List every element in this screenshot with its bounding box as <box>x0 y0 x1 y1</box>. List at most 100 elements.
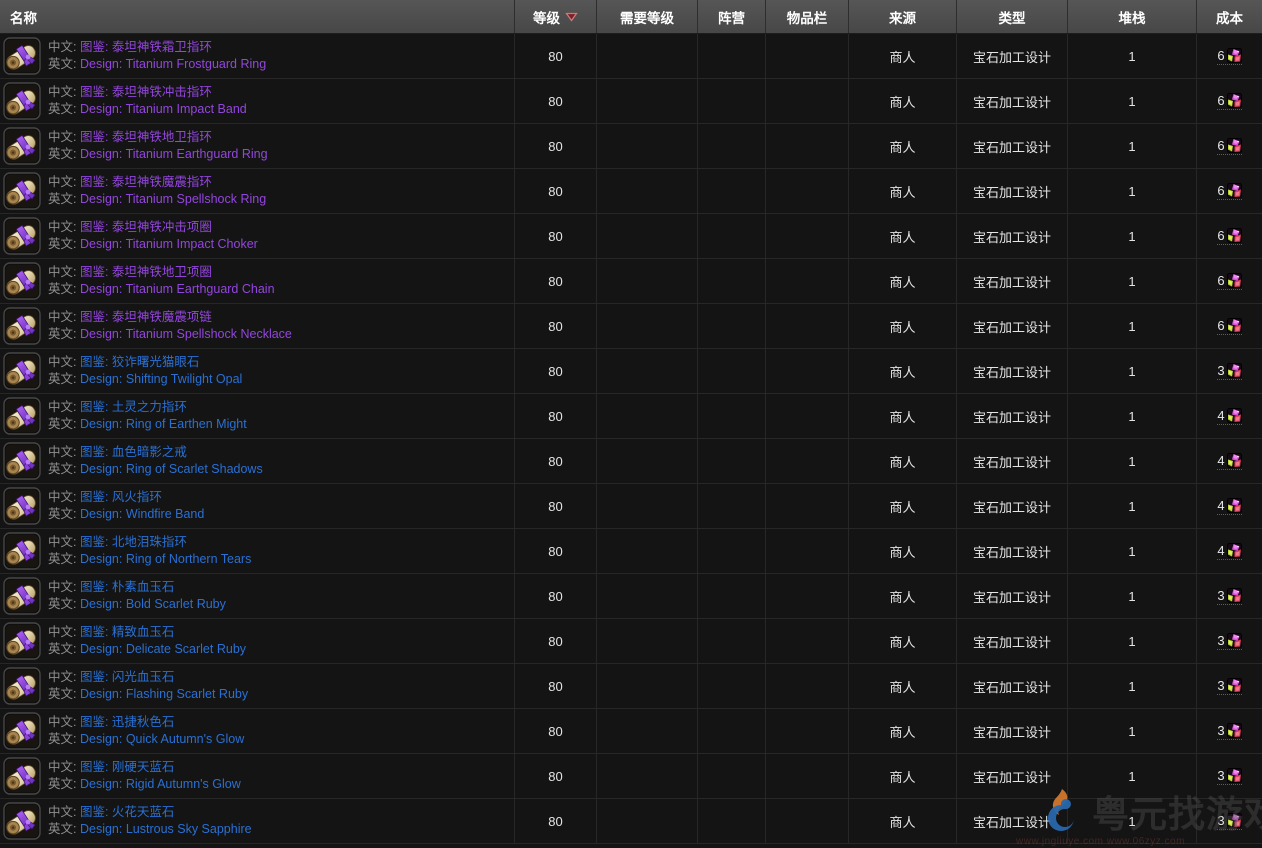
level-cell: 80 <box>515 439 597 483</box>
cost-link[interactable]: 4 <box>1217 453 1241 470</box>
cost-link[interactable]: 3 <box>1217 768 1241 785</box>
cost-link[interactable]: 3 <box>1217 678 1241 695</box>
item-link-en[interactable]: Design: Quick Autumn's Glow <box>80 732 244 746</box>
item-link-cn[interactable]: 图鉴: 泰坦神铁冲击指环 <box>80 85 212 99</box>
source-cell: 商人 <box>849 799 957 843</box>
item-link-en[interactable]: Design: Titanium Earthguard Ring <box>80 147 268 161</box>
cost-link[interactable]: 6 <box>1217 48 1241 65</box>
cost-link[interactable]: 3 <box>1217 813 1241 830</box>
cost-link[interactable]: 6 <box>1217 93 1241 110</box>
faction-cell <box>698 349 766 393</box>
cost-link[interactable]: 3 <box>1217 723 1241 740</box>
item-link-en[interactable]: Design: Ring of Earthen Might <box>80 417 247 431</box>
type-cell: 宝石加工设计 <box>957 709 1068 753</box>
design-scroll-icon[interactable] <box>3 82 41 120</box>
item-link-cn[interactable]: 图鉴: 朴素血玉石 <box>80 580 174 594</box>
item-link-cn[interactable]: 图鉴: 刚硬天蓝石 <box>80 760 174 774</box>
name-cell: 中文: 图鉴: 风火指环 英文: Design: Windfire Band <box>0 484 515 528</box>
cost-link[interactable]: 6 <box>1217 228 1241 245</box>
item-link-en[interactable]: Design: Shifting Twilight Opal <box>80 372 242 386</box>
column-header-cost[interactable]: 成本 <box>1197 0 1262 33</box>
item-link-cn[interactable]: 图鉴: 风火指环 <box>80 490 162 504</box>
item-link-en[interactable]: Design: Ring of Scarlet Shadows <box>80 462 263 476</box>
item-link-en[interactable]: Design: Titanium Impact Choker <box>80 237 258 251</box>
jewelcrafting-token-icon <box>1227 588 1242 603</box>
design-scroll-icon[interactable] <box>3 757 41 795</box>
item-link-cn[interactable]: 图鉴: 泰坦神铁地卫指环 <box>80 130 212 144</box>
design-scroll-icon[interactable] <box>3 217 41 255</box>
cost-link[interactable]: 6 <box>1217 318 1241 335</box>
name-line-cn: 中文: 图鉴: 火花天蓝石 <box>48 804 252 821</box>
column-header-source[interactable]: 来源 <box>849 0 957 33</box>
item-link-en[interactable]: Design: Ring of Northern Tears <box>80 552 251 566</box>
design-scroll-icon[interactable] <box>3 352 41 390</box>
item-link-en[interactable]: Design: Lustrous Sky Sapphire <box>80 822 252 836</box>
jewelcrafting-token-icon <box>1227 633 1242 648</box>
column-header-name[interactable]: 名称 <box>0 0 515 33</box>
item-link-cn[interactable]: 图鉴: 狡诈曙光猫眼石 <box>80 355 199 369</box>
design-scroll-icon[interactable] <box>3 712 41 750</box>
item-link-cn[interactable]: 图鉴: 血色暗影之戒 <box>80 445 187 459</box>
jewelcrafting-token-icon <box>1227 408 1242 423</box>
cost-link[interactable]: 4 <box>1217 408 1241 425</box>
column-header-slot[interactable]: 物品栏 <box>766 0 849 33</box>
design-scroll-icon[interactable] <box>3 667 41 705</box>
req-level-cell <box>597 574 698 618</box>
design-scroll-icon[interactable] <box>3 397 41 435</box>
item-link-en[interactable]: Design: Titanium Spellshock Necklace <box>80 327 292 341</box>
faction-cell <box>698 304 766 348</box>
jewelcrafting-token-icon <box>1227 678 1242 693</box>
item-link-cn[interactable]: 图鉴: 火花天蓝石 <box>80 805 174 819</box>
cost-value: 6 <box>1217 273 1224 288</box>
column-header-stack[interactable]: 堆栈 <box>1068 0 1197 33</box>
jewelcrafting-token-icon <box>1227 48 1242 63</box>
item-link-en[interactable]: Design: Windfire Band <box>80 507 204 521</box>
item-link-en[interactable]: Design: Delicate Scarlet Ruby <box>80 642 246 656</box>
design-scroll-icon[interactable] <box>3 532 41 570</box>
column-header-faction[interactable]: 阵营 <box>698 0 766 33</box>
slot-cell <box>766 304 849 348</box>
design-scroll-icon[interactable] <box>3 127 41 165</box>
design-scroll-icon[interactable] <box>3 307 41 345</box>
item-link-cn[interactable]: 图鉴: 泰坦神铁冲击项圈 <box>80 220 212 234</box>
cn-label: 中文: <box>48 670 76 684</box>
cost-link[interactable]: 6 <box>1217 183 1241 200</box>
item-link-cn[interactable]: 图鉴: 泰坦神铁霜卫指环 <box>80 40 212 54</box>
item-link-en[interactable]: Design: Titanium Earthguard Chain <box>80 282 275 296</box>
cost-link[interactable]: 6 <box>1217 273 1241 290</box>
item-link-en[interactable]: Design: Bold Scarlet Ruby <box>80 597 226 611</box>
item-link-cn[interactable]: 图鉴: 泰坦神铁魔震项链 <box>80 310 212 324</box>
item-link-en[interactable]: Design: Titanium Spellshock Ring <box>80 192 266 206</box>
item-link-cn[interactable]: 图鉴: 泰坦神铁地卫项圈 <box>80 265 212 279</box>
cost-link[interactable]: 3 <box>1217 588 1241 605</box>
column-header-req-level[interactable]: 需要等级 <box>597 0 698 33</box>
design-scroll-icon[interactable] <box>3 442 41 480</box>
design-scroll-icon[interactable] <box>3 172 41 210</box>
item-link-cn[interactable]: 图鉴: 北地泪珠指环 <box>80 535 187 549</box>
item-link-en[interactable]: Design: Flashing Scarlet Ruby <box>80 687 248 701</box>
design-scroll-icon[interactable] <box>3 802 41 840</box>
cost-link[interactable]: 4 <box>1217 498 1241 515</box>
design-scroll-icon[interactable] <box>3 262 41 300</box>
design-scroll-icon[interactable] <box>3 487 41 525</box>
table-header: 名称 等级 需要等级 阵营 物品栏 来源 类型 堆栈 成本 <box>0 0 1262 34</box>
cost-link[interactable]: 3 <box>1217 633 1241 650</box>
item-link-cn[interactable]: 图鉴: 闪光血玉石 <box>80 670 174 684</box>
item-link-en[interactable]: Design: Rigid Autumn's Glow <box>80 777 241 791</box>
table-row: 中文: 图鉴: 泰坦神铁魔震项链 英文: Design: Titanium Sp… <box>0 304 1262 349</box>
design-scroll-icon[interactable] <box>3 37 41 75</box>
item-link-cn[interactable]: 图鉴: 土灵之力指环 <box>80 400 187 414</box>
item-link-en[interactable]: Design: Titanium Impact Band <box>80 102 247 116</box>
cost-link[interactable]: 4 <box>1217 543 1241 560</box>
item-link-en[interactable]: Design: Titanium Frostguard Ring <box>80 57 266 71</box>
column-header-level[interactable]: 等级 <box>515 0 597 33</box>
req-level-cell <box>597 304 698 348</box>
item-link-cn[interactable]: 图鉴: 迅捷秋色石 <box>80 715 174 729</box>
cost-link[interactable]: 3 <box>1217 363 1241 380</box>
column-header-type[interactable]: 类型 <box>957 0 1068 33</box>
design-scroll-icon[interactable] <box>3 577 41 615</box>
item-link-cn[interactable]: 图鉴: 精致血玉石 <box>80 625 174 639</box>
cost-link[interactable]: 6 <box>1217 138 1241 155</box>
design-scroll-icon[interactable] <box>3 622 41 660</box>
item-link-cn[interactable]: 图鉴: 泰坦神铁魔震指环 <box>80 175 212 189</box>
